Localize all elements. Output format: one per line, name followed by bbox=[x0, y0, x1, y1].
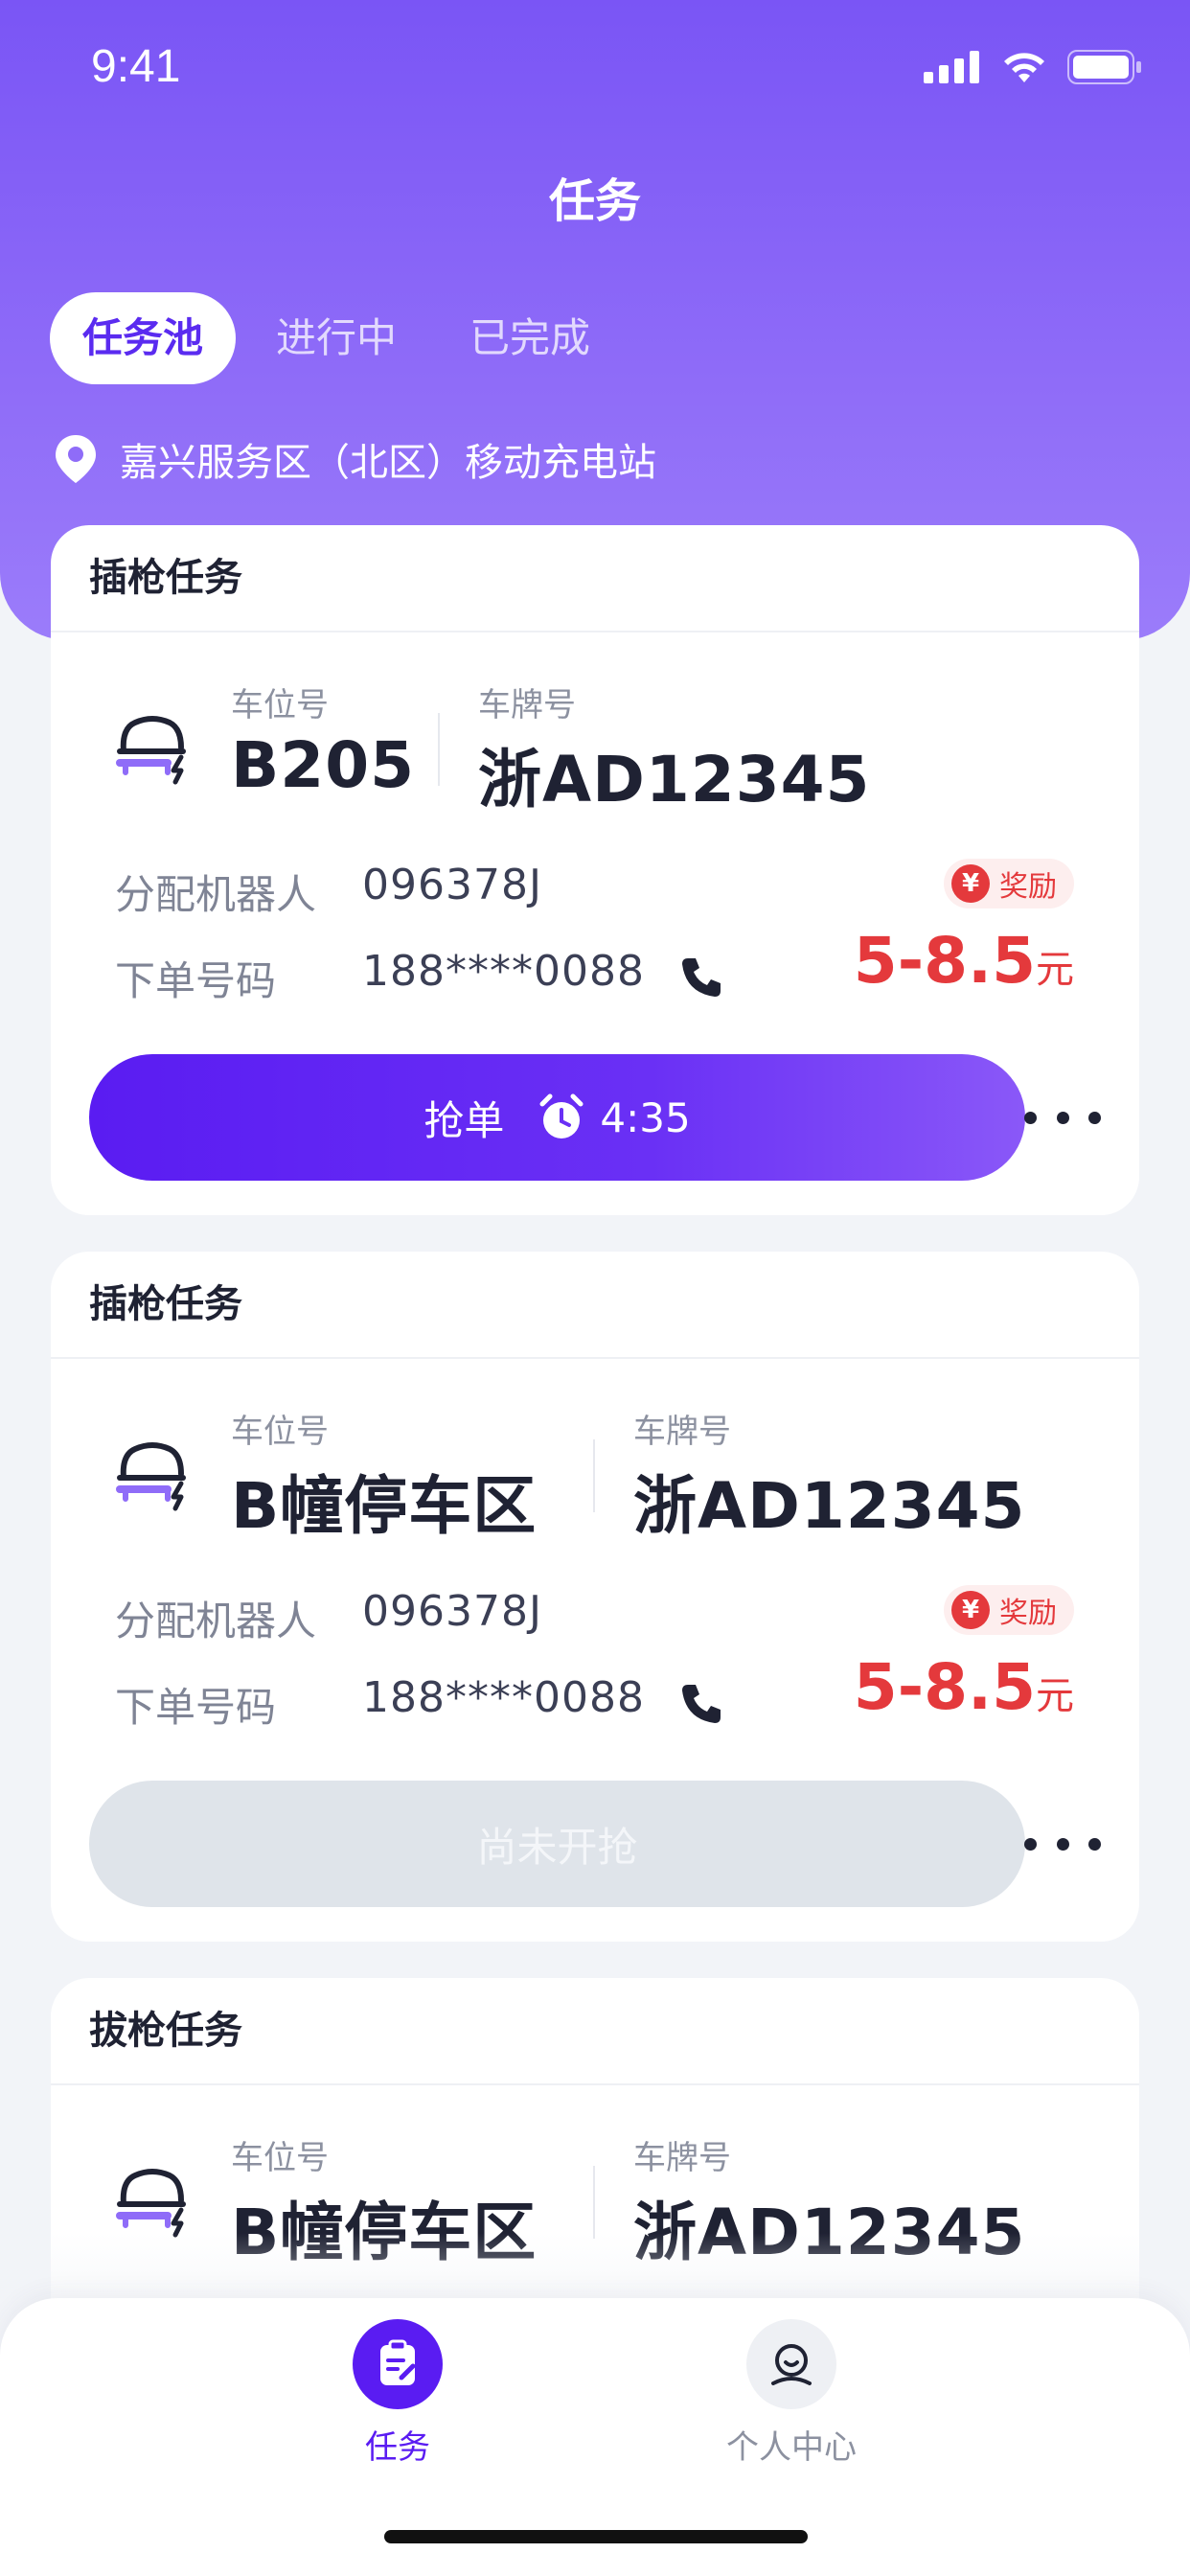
battery-icon bbox=[1067, 50, 1141, 84]
space-label: 车位号 bbox=[231, 686, 329, 724]
reward-badge: ¥ 奖励 bbox=[944, 859, 1074, 908]
tab-task-pool[interactable]: 任务池 bbox=[50, 292, 237, 384]
tab-in-progress[interactable]: 进行中 bbox=[243, 292, 429, 384]
reward-badge: ¥ 奖励 bbox=[944, 1585, 1074, 1635]
alarm-clock-icon bbox=[539, 1093, 584, 1138]
reward-badge-label: 奖励 bbox=[999, 1597, 1057, 1630]
plate-label: 车牌号 bbox=[478, 686, 576, 724]
card-title: 插枪任务 bbox=[51, 1252, 1139, 1359]
plate-label: 车牌号 bbox=[633, 2139, 731, 2177]
task-card[interactable]: 插枪任务 车位号 B幢停车区 车牌号 浙AD12345 分配机器人 096378… bbox=[51, 1252, 1139, 1942]
phone-icon[interactable] bbox=[678, 1681, 724, 1727]
countdown: 4:35 bbox=[600, 1093, 691, 1141]
grab-order-button[interactable]: 抢单 4:35 bbox=[89, 1054, 1025, 1181]
car-icon bbox=[116, 1442, 186, 1511]
wifi-icon bbox=[1004, 53, 1044, 82]
order-value: 188****0088 bbox=[362, 947, 645, 996]
home-indicator bbox=[384, 2530, 808, 2543]
reward-value: 5-8.5 bbox=[853, 924, 1036, 998]
robot-value: 096378J bbox=[362, 1587, 542, 1636]
nav-item-profile[interactable]: 个人中心 bbox=[696, 2319, 887, 2468]
grab-order-label: 抢单 bbox=[423, 1096, 505, 1144]
nav-label-tasks: 任务 bbox=[365, 2428, 430, 2467]
reward-amount: 5-8.5元 bbox=[854, 1650, 1074, 1724]
space-value: B幢停车区 bbox=[231, 1469, 538, 1543]
phone-icon[interactable] bbox=[678, 954, 724, 1000]
order-label: 下单号码 bbox=[115, 957, 277, 1004]
nav-label-profile: 个人中心 bbox=[726, 2428, 857, 2467]
car-icon bbox=[116, 2169, 186, 2238]
car-icon bbox=[116, 716, 186, 785]
status-icons bbox=[924, 50, 1142, 84]
location-name: 嘉兴服务区（北区）移动充电站 bbox=[120, 441, 656, 485]
space-label: 车位号 bbox=[231, 1413, 329, 1451]
order-label: 下单号码 bbox=[115, 1684, 277, 1731]
task-clipboard-icon bbox=[353, 2319, 443, 2409]
reward-unit: 元 bbox=[1036, 1674, 1074, 1718]
nav-item-tasks[interactable]: 任务 bbox=[302, 2319, 493, 2468]
more-options-button[interactable] bbox=[1024, 1825, 1101, 1863]
divider bbox=[593, 2166, 595, 2239]
not-started-label: 尚未开抢 bbox=[476, 1823, 638, 1871]
plate-value: 浙AD12345 bbox=[478, 743, 871, 816]
tab-completed[interactable]: 已完成 bbox=[437, 292, 623, 384]
robot-label: 分配机器人 bbox=[115, 871, 317, 918]
status-time: 9:41 bbox=[91, 41, 181, 92]
space-label: 车位号 bbox=[231, 2139, 329, 2177]
more-options-button[interactable] bbox=[1024, 1098, 1101, 1137]
location-selector[interactable]: 嘉兴服务区（北区）移动充电站 bbox=[53, 431, 656, 487]
signal-icon bbox=[924, 51, 979, 83]
task-tabs: 任务池 进行中 已完成 bbox=[50, 292, 630, 384]
reward-badge-label: 奖励 bbox=[999, 870, 1057, 904]
order-value: 188****0088 bbox=[362, 1673, 645, 1722]
reward-unit: 元 bbox=[1036, 948, 1074, 992]
space-value: B205 bbox=[231, 728, 416, 802]
yuan-coin-icon: ¥ bbox=[951, 864, 990, 903]
card-title: 插枪任务 bbox=[51, 525, 1139, 632]
yuan-coin-icon: ¥ bbox=[951, 1591, 990, 1629]
robot-value: 096378J bbox=[362, 861, 542, 909]
page-title: 任务 bbox=[548, 174, 641, 228]
profile-icon bbox=[746, 2319, 836, 2409]
status-bar: 9:41 bbox=[0, 0, 1190, 144]
divider bbox=[593, 1439, 595, 1512]
task-card[interactable]: 插枪任务 车位号 B205 车牌号 浙AD12345 分配机器人 096378J… bbox=[51, 525, 1139, 1215]
robot-label: 分配机器人 bbox=[115, 1598, 317, 1644]
not-started-button: 尚未开抢 bbox=[89, 1781, 1025, 1907]
plate-label: 车牌号 bbox=[633, 1413, 731, 1451]
plate-value: 浙AD12345 bbox=[633, 1469, 1026, 1543]
divider bbox=[438, 713, 440, 786]
reward-value: 5-8.5 bbox=[853, 1650, 1036, 1724]
location-pin-icon bbox=[56, 435, 96, 483]
reward-amount: 5-8.5元 bbox=[854, 924, 1074, 998]
card-title: 拔枪任务 bbox=[51, 1978, 1139, 2085]
